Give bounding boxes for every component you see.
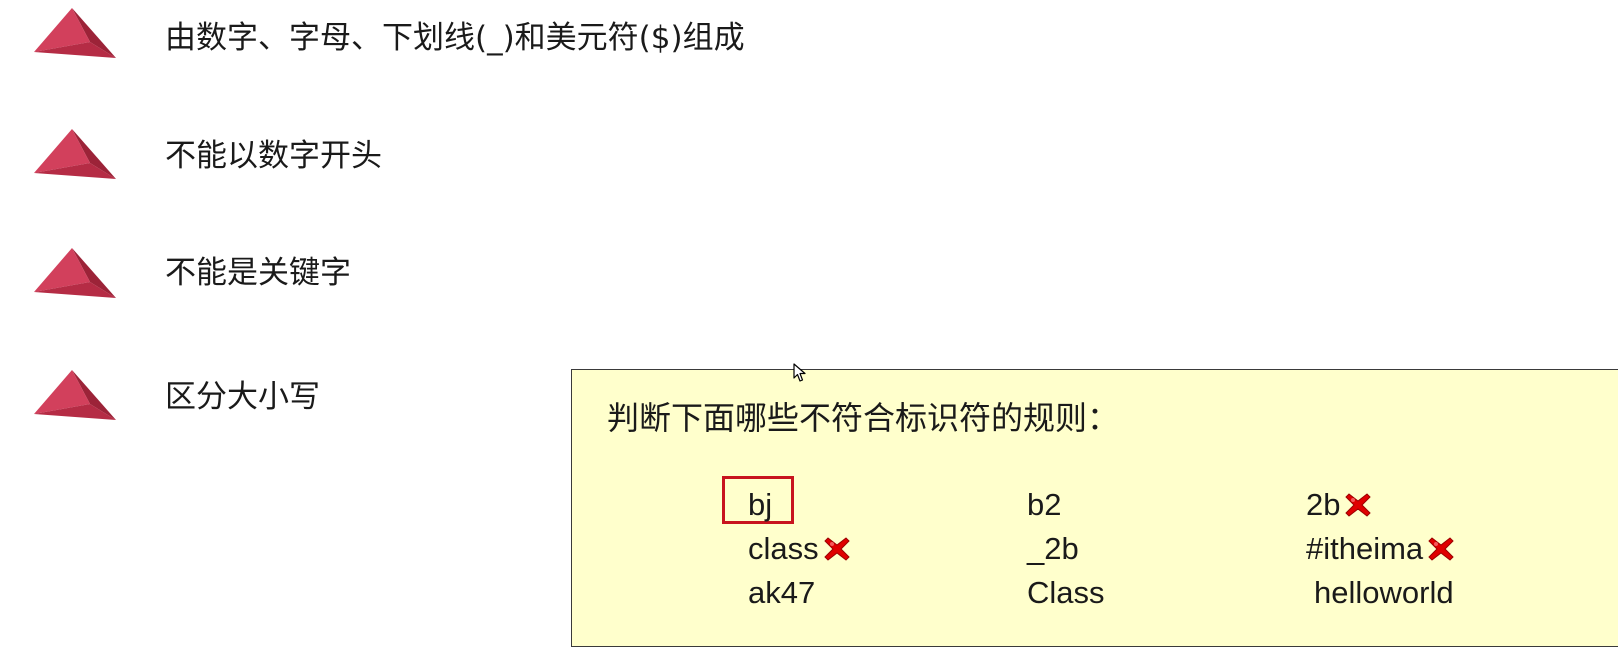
identifier-text: 2b	[1306, 487, 1341, 522]
identifier-text: #itheima	[1306, 531, 1424, 566]
identifier-item: #itheima	[1306, 531, 1455, 567]
rule-text: 由数字、字母、下划线(_)和美元符($)组成	[165, 20, 745, 56]
triangle-bullet-icon	[32, 368, 118, 426]
triangle-bullet-icon	[32, 127, 118, 185]
rule-text: 不能是关键字	[165, 255, 351, 291]
identifier-item: Class	[1027, 575, 1105, 611]
identifier-text: ak47	[748, 575, 816, 610]
triangle-bullet-icon	[32, 6, 118, 64]
triangle-bullet-icon	[32, 246, 118, 304]
identifier-item: helloworld	[1314, 575, 1454, 611]
identifier-text: b2	[1027, 487, 1062, 522]
red-cross-icon	[1427, 535, 1455, 563]
identifier-text: _2b	[1027, 531, 1079, 566]
red-cross-icon	[823, 535, 851, 563]
rule-text: 区分大小写	[165, 379, 320, 415]
identifier-item: ak47	[748, 575, 815, 611]
identifier-text: helloworld	[1314, 575, 1454, 610]
identifier-item: class	[748, 531, 851, 567]
question-title: 判断下面哪些不符合标识符的规则：	[607, 399, 1120, 437]
identifier-item: _2b	[1027, 531, 1079, 567]
identifier-text: Class	[1027, 575, 1105, 610]
identifier-text: class	[748, 531, 819, 566]
question-panel: 判断下面哪些不符合标识符的规则： bj b2 2b class _2b #ith…	[571, 369, 1618, 647]
identifier-text: bj	[748, 487, 773, 522]
red-cross-icon	[1344, 491, 1372, 519]
mouse-cursor-icon	[793, 363, 806, 382]
identifier-item: bj	[748, 487, 772, 523]
identifier-item: b2	[1027, 487, 1061, 523]
rule-text: 不能以数字开头	[165, 138, 382, 174]
identifier-item: 2b	[1306, 487, 1372, 523]
